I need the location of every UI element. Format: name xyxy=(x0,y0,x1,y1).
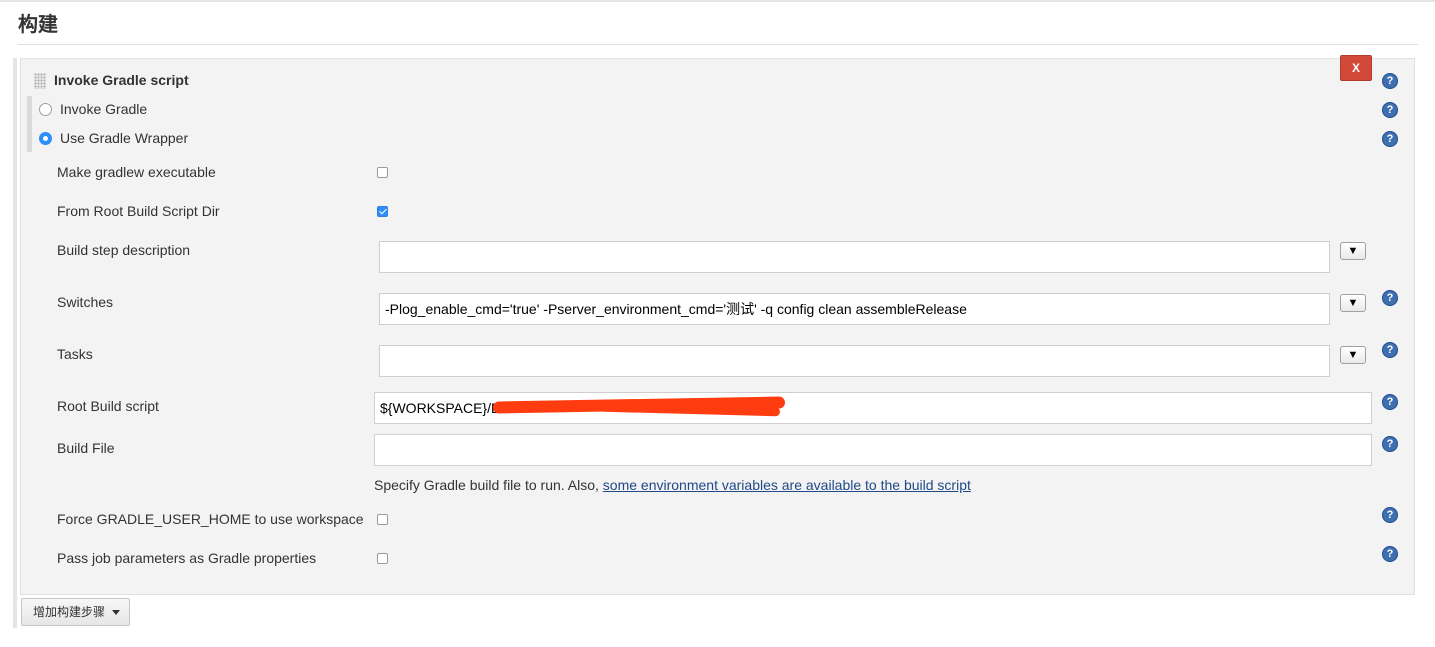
help-icon[interactable]: ? xyxy=(1382,507,1398,523)
dropdown-caret-icon xyxy=(112,610,120,615)
build-step-title: Invoke Gradle script xyxy=(54,72,189,88)
build-file-input[interactable] xyxy=(374,434,1372,466)
description-input[interactable] xyxy=(379,241,1330,273)
tasks-input[interactable] xyxy=(379,345,1330,377)
section-title: 构建 xyxy=(18,14,58,36)
delete-step-button[interactable]: X xyxy=(1340,55,1372,81)
invoke-gradle-label: Invoke Gradle xyxy=(60,101,148,117)
drag-handle-icon[interactable] xyxy=(34,73,46,89)
add-build-step-button[interactable]: 增加构建步骤 xyxy=(21,598,130,626)
help-icon[interactable]: ? xyxy=(1382,394,1398,410)
switches-input[interactable]: -Plog_enable_cmd='true' -Pserver_environ… xyxy=(379,293,1330,325)
use-gradle-wrapper-label: Use Gradle Wrapper xyxy=(60,130,189,146)
help-icon[interactable]: ? xyxy=(1382,546,1398,562)
build-file-label: Build File xyxy=(57,440,115,456)
help-icon[interactable]: ? xyxy=(1382,290,1398,306)
add-build-step-label: 增加构建步骤 xyxy=(33,605,106,619)
pass-params-checkbox[interactable] xyxy=(377,553,388,564)
help-icon[interactable]: ? xyxy=(1382,73,1398,89)
root-script-label: Root Build script xyxy=(57,398,159,414)
expand-description-button[interactable]: ▼ xyxy=(1340,242,1366,260)
help-icon[interactable]: ? xyxy=(1382,102,1398,118)
force-home-label: Force GRADLE_USER_HOME to use workspace xyxy=(57,511,364,527)
invoke-gradle-radio[interactable] xyxy=(39,103,52,116)
radio-group-bar xyxy=(27,96,32,152)
from-root-dir-checkbox[interactable] xyxy=(377,206,388,217)
from-root-dir-label: From Root Build Script Dir xyxy=(57,203,220,219)
expand-switches-button[interactable]: ▼ xyxy=(1340,294,1366,312)
description-label: Build step description xyxy=(57,242,191,258)
make-executable-label: Make gradlew executable xyxy=(57,164,216,180)
env-vars-link[interactable]: some environment variables are available… xyxy=(603,477,971,493)
expand-tasks-button[interactable]: ▼ xyxy=(1340,346,1366,364)
force-home-checkbox[interactable] xyxy=(377,514,388,525)
build-file-hint: Specify Gradle build file to run. Also, … xyxy=(374,477,971,493)
pass-params-label: Pass job parameters as Gradle properties xyxy=(57,550,317,566)
help-icon[interactable]: ? xyxy=(1382,131,1398,147)
section-left-bar xyxy=(13,58,17,628)
switches-label: Switches xyxy=(57,294,114,310)
top-divider xyxy=(0,0,1435,2)
help-icon[interactable]: ? xyxy=(1382,436,1398,452)
tasks-label: Tasks xyxy=(57,346,93,362)
section-title-rule xyxy=(18,44,1418,45)
help-icon[interactable]: ? xyxy=(1382,342,1398,358)
build-file-hint-text: Specify Gradle build file to run. Also, xyxy=(374,477,599,493)
use-gradle-wrapper-radio[interactable] xyxy=(39,132,52,145)
make-executable-checkbox[interactable] xyxy=(377,167,388,178)
